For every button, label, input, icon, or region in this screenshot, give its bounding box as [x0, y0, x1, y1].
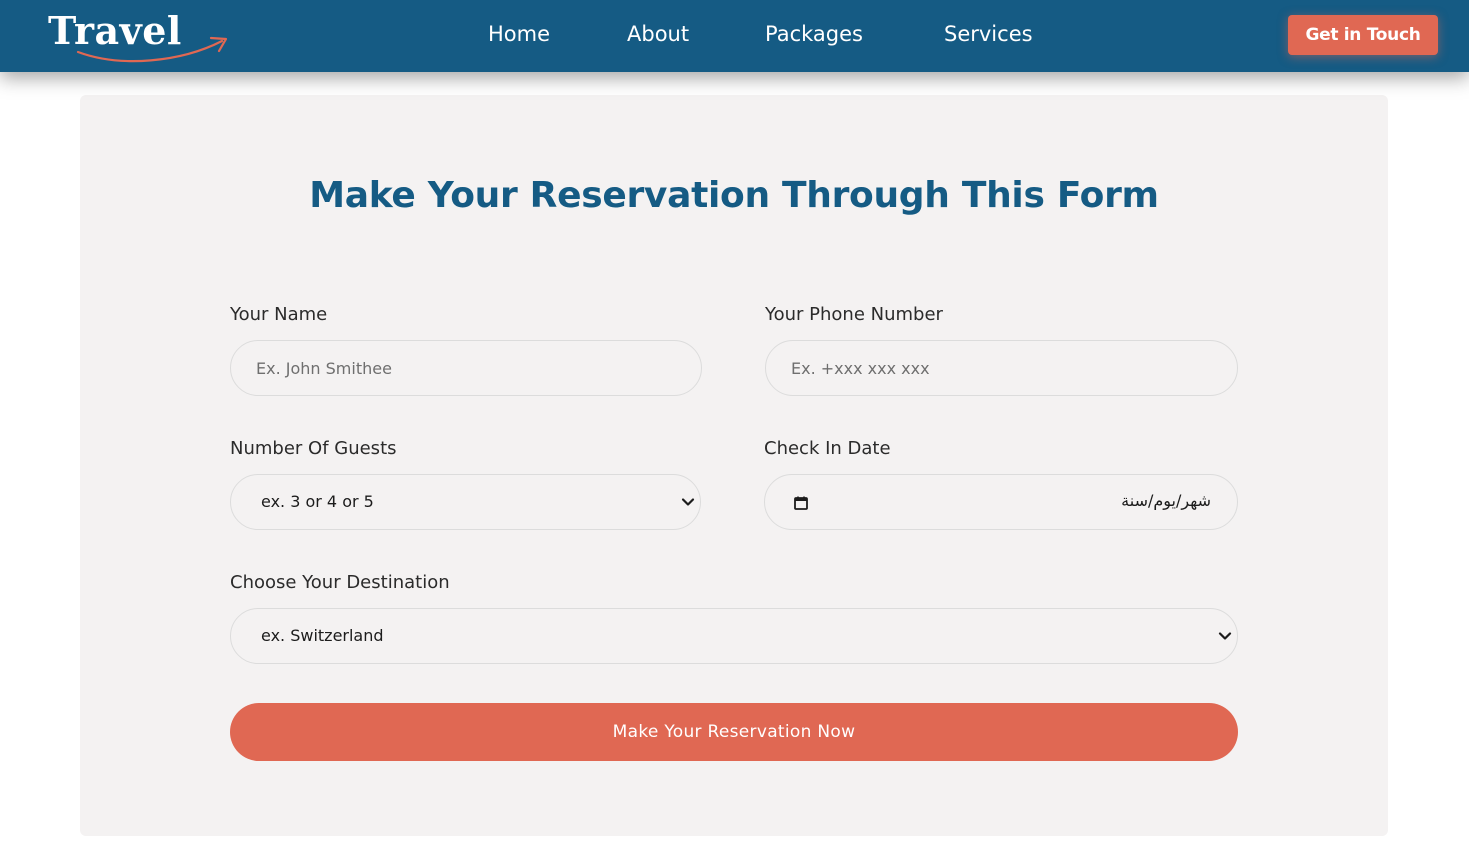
destination-label: Choose Your Destination: [230, 572, 450, 593]
guests-label: Number Of Guests: [230, 438, 397, 459]
arrow-swoosh-icon: [76, 36, 228, 63]
chevron-down-icon: [1218, 632, 1232, 640]
destination-select[interactable]: ex. Switzerland: [230, 608, 1238, 664]
brand-logo[interactable]: Travel: [46, 6, 236, 66]
calendar-icon[interactable]: [793, 495, 809, 511]
name-label: Your Name: [230, 304, 328, 325]
name-input[interactable]: [231, 341, 701, 395]
form-title: Make Your Reservation Through This Form: [309, 175, 1159, 216]
get-in-touch-button[interactable]: Get in Touch: [1288, 15, 1438, 55]
guests-selected-value: ex. 3 or 4 or 5: [261, 492, 374, 511]
nav-link-about[interactable]: About: [627, 22, 689, 46]
name-field-wrapper: [230, 340, 702, 396]
reservation-form-card: Make Your Reservation Through This Form …: [80, 95, 1388, 836]
phone-label: Your Phone Number: [765, 304, 943, 325]
destination-selected-value: ex. Switzerland: [261, 626, 384, 645]
nav-link-packages[interactable]: Packages: [765, 22, 863, 46]
navbar: Travel Home About Packages Services Get …: [0, 0, 1469, 72]
phone-field-wrapper: [765, 340, 1238, 396]
checkin-label: Check In Date: [764, 438, 891, 459]
make-reservation-button[interactable]: Make Your Reservation Now: [230, 703, 1238, 761]
phone-input[interactable]: [766, 341, 1237, 395]
chevron-down-icon: [681, 498, 695, 506]
nav-link-services[interactable]: Services: [944, 22, 1033, 46]
guests-select[interactable]: ex. 3 or 4 or 5: [230, 474, 701, 530]
nav-link-home[interactable]: Home: [488, 22, 550, 46]
checkin-date-input[interactable]: شهر/يوم/سنة: [764, 474, 1238, 530]
checkin-date-placeholder: شهر/يوم/سنة: [1121, 491, 1211, 510]
